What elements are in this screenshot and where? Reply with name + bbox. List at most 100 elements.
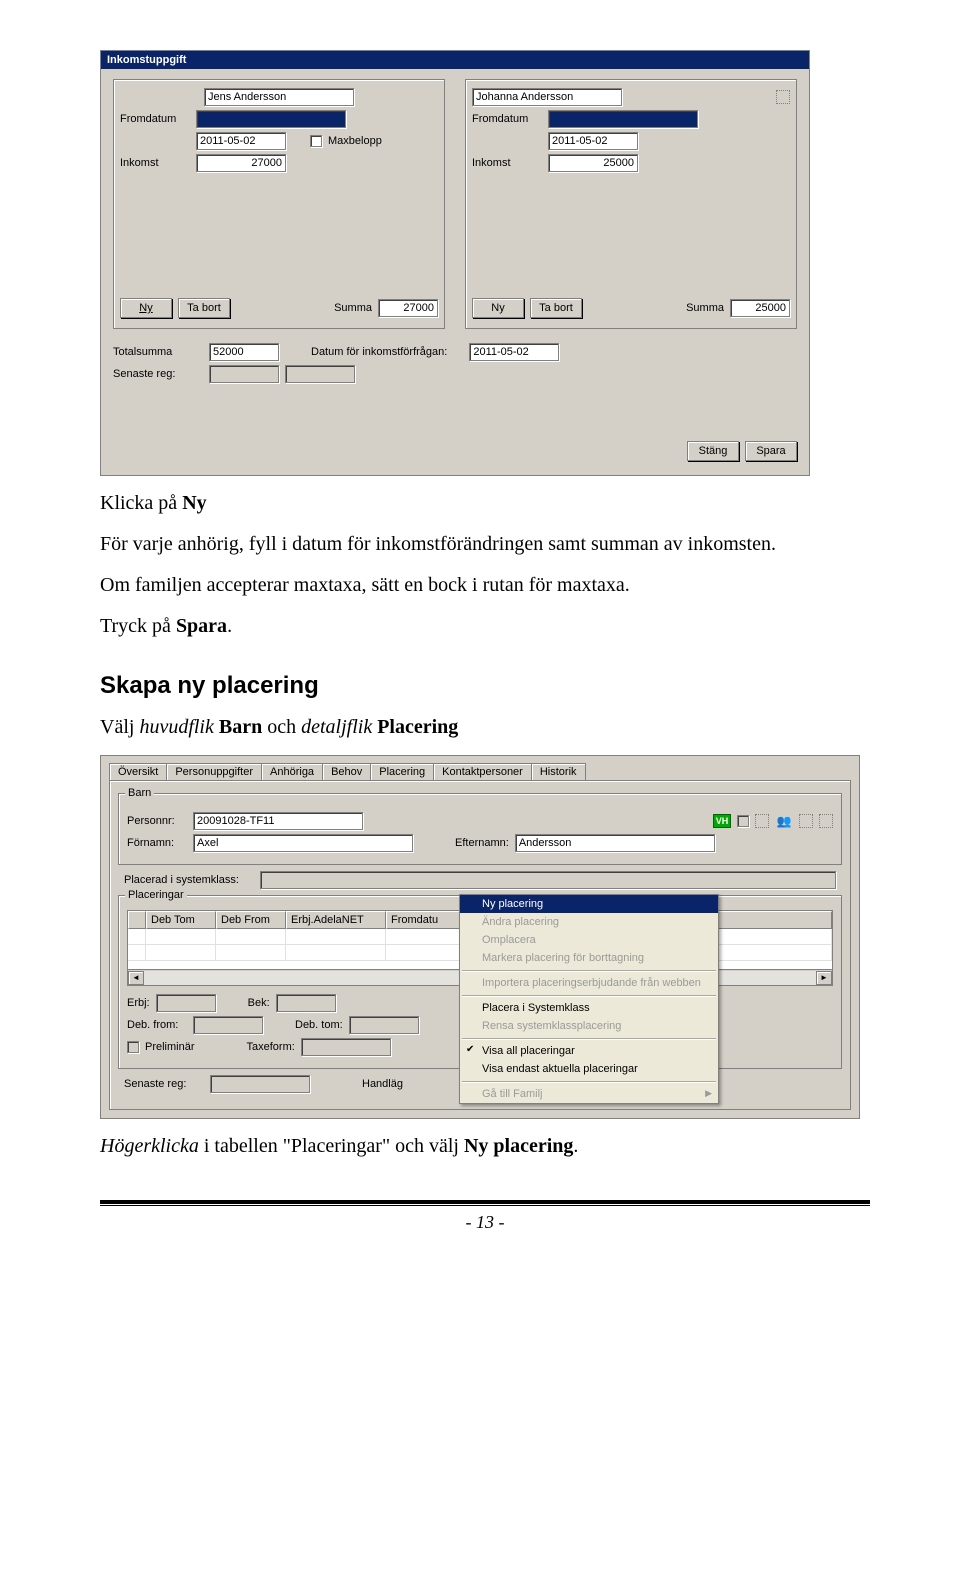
paragraph: Om familjen accepterar maxtaxa, sätt en … [100, 572, 870, 599]
tab-kontaktpersoner[interactable]: Kontaktpersoner [433, 763, 532, 780]
table-header[interactable] [128, 911, 146, 929]
debtom-input [349, 1016, 419, 1034]
efternamn-label: Efternamn: [455, 837, 509, 849]
page-number: - 13 - [100, 1212, 870, 1233]
maxbelopp-label: Maxbelopp [328, 135, 382, 147]
summa-label: Summa [686, 302, 724, 314]
summa-output: 27000 [378, 299, 438, 317]
placeringar-fieldset: Placeringar Deb Tom Deb From Erbj.AdelaN… [118, 895, 842, 1069]
inkomst-input[interactable]: 25000 [548, 154, 638, 172]
person-panel: Jens Andersson Fromdatum 2011-05-02 Maxb… [113, 79, 445, 329]
barn-legend: Barn [125, 787, 154, 799]
totalsumma-label: Totalsumma [113, 346, 203, 358]
senaste-reg-output [210, 1075, 310, 1093]
ny-button[interactable]: Ny [472, 298, 524, 318]
vh-badge-icon: VH [713, 814, 731, 828]
erbj-input [156, 994, 216, 1012]
menu-item-rensa-systemklass[interactable]: Rensa systemklassplacering [460, 1017, 718, 1035]
fromdatum-input[interactable] [196, 110, 346, 128]
menu-item-omplacera[interactable]: Omplacera [460, 931, 718, 949]
preliminar-checkbox[interactable] [127, 1041, 139, 1053]
fromdatum-label: Fromdatum [472, 113, 542, 125]
tabort-button[interactable]: Ta bort [530, 298, 582, 318]
tab-oversikt[interactable]: Översikt [109, 763, 167, 780]
totalsumma-output: 52000 [209, 343, 279, 361]
table-header[interactable]: Erbj.AdelaNET [286, 911, 386, 929]
paragraph: Välj huvudflik Barn och detaljflik Place… [100, 714, 870, 741]
bek-input [276, 994, 336, 1012]
handlag-label: Handläg [362, 1078, 403, 1090]
erbj-label: Erbj: [127, 997, 150, 1009]
person-panel: Johanna Andersson Fromdatum 2011-05-02 I… [465, 79, 797, 329]
summa-output: 25000 [730, 299, 790, 317]
menu-item-ny-placering[interactable]: Ny placering [460, 895, 718, 913]
fornamn-input[interactable]: Axel [193, 834, 413, 852]
date-input[interactable]: 2011-05-02 [548, 132, 638, 150]
senaste-reg-label: Senaste reg: [113, 368, 203, 380]
tabort-button[interactable]: Ta bort [178, 298, 230, 318]
menu-item-placera-systemklass[interactable]: Placera i Systemklass [460, 999, 718, 1017]
menu-item-markera-borttagning[interactable]: Markera placering för borttagning [460, 949, 718, 967]
tab-personuppgifter[interactable]: Personuppgifter [166, 763, 262, 780]
taxeform-input [301, 1038, 391, 1056]
barn-fieldset: Barn Personnr: 20091028-TF11 VH 👥 Förnam… [118, 793, 842, 865]
inkomst-input[interactable]: 27000 [196, 154, 286, 172]
placeholder-icon [799, 814, 813, 828]
menu-item-andra-placering[interactable]: Ändra placering [460, 913, 718, 931]
section-heading: Skapa ny placering [100, 672, 870, 700]
senaste-reg-output2 [285, 365, 355, 383]
footer-rule [100, 1200, 870, 1206]
placeholder-icon [819, 814, 833, 828]
person-name-field[interactable]: Johanna Andersson [472, 88, 622, 106]
person-name-field[interactable]: Jens Andersson [204, 88, 354, 106]
paragraph: För varje anhörig, fyll i datum för inko… [100, 531, 870, 558]
fromdatum-input[interactable] [548, 110, 698, 128]
menu-item-importera-webben[interactable]: Importera placeringserbjudande från webb… [460, 974, 718, 992]
senaste-reg-label: Senaste reg: [124, 1078, 204, 1090]
dotted-placeholder-icon [776, 90, 790, 104]
placeholder-icon [755, 814, 769, 828]
sysklass-output [260, 871, 836, 889]
placeringar-legend: Placeringar [125, 889, 187, 901]
paragraph: Klicka på Ny [100, 490, 870, 517]
bek-label: Bek: [248, 997, 270, 1009]
menu-item-ga-till-familj[interactable]: Gå till Familj [460, 1085, 718, 1103]
personnr-input[interactable]: 20091028-TF11 [193, 812, 363, 830]
paragraph: Tryck på Spara. [100, 613, 870, 640]
people-icon[interactable]: 👥 [775, 814, 793, 828]
tab-anhoriga[interactable]: Anhöriga [261, 763, 323, 780]
menu-separator [462, 995, 716, 996]
scroll-left-icon[interactable]: ◄ [128, 971, 144, 985]
table-header[interactable]: Deb Tom [146, 911, 216, 929]
tab-placering[interactable]: Placering [370, 763, 434, 781]
income-window: Inkomstuppgift Jens Andersson Fromdatum … [100, 50, 810, 476]
debtom-label: Deb. tom: [295, 1019, 343, 1031]
tab-historik[interactable]: Historik [531, 763, 586, 780]
table-header[interactable]: Deb From [216, 911, 286, 929]
close-button[interactable]: Stäng [687, 441, 739, 461]
sysklass-label: Placerad i systemklass: [124, 874, 254, 886]
placering-window: Översikt Personuppgifter Anhöriga Behov … [100, 755, 860, 1119]
efternamn-input[interactable]: Andersson [515, 834, 715, 852]
scroll-right-icon[interactable]: ► [816, 971, 832, 985]
ny-button[interactable]: Ny [120, 298, 172, 318]
personnr-label: Personnr: [127, 815, 187, 827]
datum-forfragan-input[interactable]: 2011-05-02 [469, 343, 559, 361]
summa-label: Summa [334, 302, 372, 314]
context-menu[interactable]: Ny placering Ändra placering Omplacera M… [459, 894, 719, 1104]
tab-behov[interactable]: Behov [322, 763, 371, 780]
date-input[interactable]: 2011-05-02 [196, 132, 286, 150]
menu-separator [462, 1038, 716, 1039]
menu-item-visa-all[interactable]: Visa all placeringar [460, 1042, 718, 1060]
paragraph: Högerklicka i tabellen "Placeringar" och… [100, 1133, 870, 1160]
menu-separator [462, 970, 716, 971]
senaste-reg-output [209, 365, 279, 383]
menu-item-visa-aktuella[interactable]: Visa endast aktuella placeringar [460, 1060, 718, 1078]
save-button[interactable]: Spara [745, 441, 797, 461]
fornamn-label: Förnamn: [127, 837, 187, 849]
debfrom-input [193, 1016, 263, 1034]
tab-bar: Översikt Personuppgifter Anhöriga Behov … [101, 756, 859, 780]
datum-forfragan-label: Datum för inkomstförfrågan: [311, 346, 447, 358]
maxbelopp-checkbox[interactable] [310, 135, 322, 147]
tab-content: Barn Personnr: 20091028-TF11 VH 👥 Förnam… [109, 780, 851, 1110]
